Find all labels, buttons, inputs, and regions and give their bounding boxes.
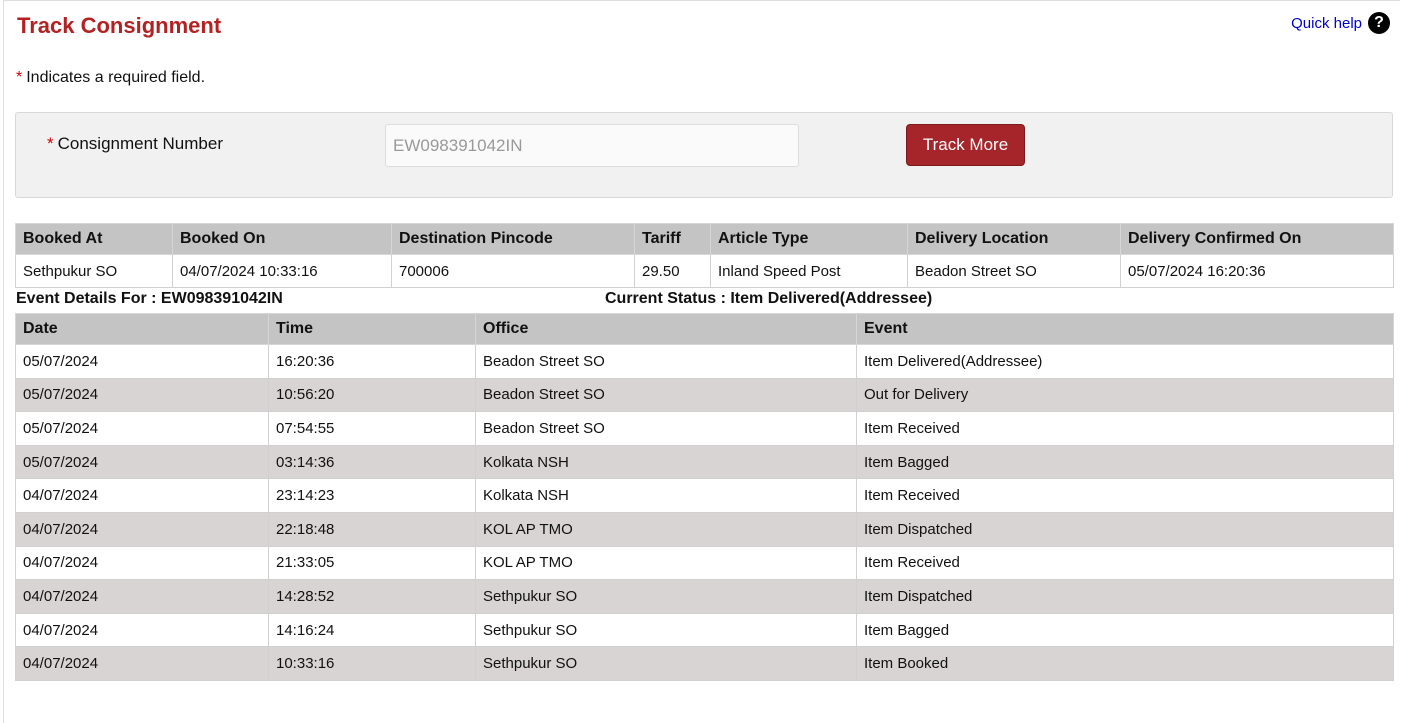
booked-on-cell: 04/07/2024 10:33:16 bbox=[172, 254, 392, 288]
event-cell: Item Delivered(Addressee) bbox=[856, 344, 1394, 379]
table-row: 04/07/2024 21:33:05 KOL AP TMO Item Rece… bbox=[15, 545, 1394, 581]
time-cell: 03:14:36 bbox=[268, 444, 476, 480]
table-row: 04/07/2024 23:14:23 Kolkata NSH Item Rec… bbox=[15, 478, 1394, 513]
col-header-destination-pincode: Destination Pincode bbox=[391, 223, 635, 255]
date-cell: 05/07/2024 bbox=[15, 411, 269, 446]
article-type-cell: Inland Speed Post bbox=[710, 254, 908, 288]
current-status-label: Current Status : Item Delivered(Addresse… bbox=[605, 290, 933, 307]
table-row: 05/07/2024 10:56:20 Beadon Street SO Out… bbox=[15, 377, 1394, 413]
delivery-location-cell: Beadon Street SO bbox=[907, 254, 1121, 288]
date-cell: 04/07/2024 bbox=[15, 646, 269, 681]
time-cell: 14:28:52 bbox=[268, 579, 476, 614]
required-note-text: Indicates a required field. bbox=[26, 69, 206, 86]
col-header-article-type: Article Type bbox=[710, 223, 908, 255]
date-cell: 04/07/2024 bbox=[15, 545, 269, 581]
office-cell: KOL AP TMO bbox=[475, 545, 857, 581]
booking-row: Sethpukur SO 04/07/2024 10:33:16 700006 … bbox=[15, 254, 1394, 288]
time-cell: 07:54:55 bbox=[268, 411, 476, 446]
required-star: * bbox=[47, 134, 54, 153]
time-cell: 16:20:36 bbox=[268, 344, 476, 379]
table-row: 04/07/2024 14:28:52 Sethpukur SO Item Di… bbox=[15, 579, 1394, 614]
date-cell: 04/07/2024 bbox=[15, 478, 269, 513]
office-cell: Beadon Street SO bbox=[475, 344, 857, 379]
event-cell: Item Received bbox=[856, 478, 1394, 513]
tariff-cell: 29.50 bbox=[634, 254, 711, 288]
time-cell: 22:18:48 bbox=[268, 511, 476, 547]
col-header-booked-on: Booked On bbox=[172, 223, 392, 255]
col-header-time: Time bbox=[268, 313, 476, 345]
quick-help: Quick help ? bbox=[1291, 12, 1390, 34]
time-cell: 21:33:05 bbox=[268, 545, 476, 581]
track-more-button[interactable]: Track More bbox=[906, 124, 1025, 166]
consignment-number-input[interactable] bbox=[385, 124, 799, 167]
help-icon[interactable]: ? bbox=[1368, 12, 1390, 34]
table-row: 04/07/2024 22:18:48 KOL AP TMO Item Disp… bbox=[15, 511, 1394, 547]
consignment-label: * Consignment Number bbox=[47, 134, 223, 154]
col-header-date: Date bbox=[15, 313, 269, 345]
event-cell: Item Bagged bbox=[856, 612, 1394, 648]
track-form: *Consignment Number Track More bbox=[15, 112, 1393, 198]
event-cell: Item Booked bbox=[856, 646, 1394, 681]
table-row: 05/07/2024 03:14:36 Kolkata NSH Item Bag… bbox=[15, 444, 1394, 480]
office-cell: Kolkata NSH bbox=[475, 478, 857, 513]
event-cell: Item Bagged bbox=[856, 444, 1394, 480]
quick-help-link[interactable]: Quick help bbox=[1291, 15, 1362, 32]
office-cell: KOL AP TMO bbox=[475, 511, 857, 547]
events-header-row: Date Time Office Event bbox=[15, 313, 1394, 345]
office-cell: Sethpukur SO bbox=[475, 579, 857, 614]
event-cell: Item Received bbox=[856, 411, 1394, 446]
time-cell: 10:56:20 bbox=[268, 377, 476, 413]
event-cell: Item Dispatched bbox=[856, 511, 1394, 547]
col-header-delivery-confirmed-on: Delivery Confirmed On bbox=[1120, 223, 1394, 255]
required-note: * Indicates a required field. bbox=[16, 69, 205, 87]
event-cell: Item Dispatched bbox=[856, 579, 1394, 614]
table-row: 04/07/2024 14:16:24 Sethpukur SO Item Ba… bbox=[15, 612, 1394, 648]
table-row: 05/07/2024 07:54:55 Beadon Street SO Ite… bbox=[15, 411, 1394, 446]
col-header-event: Event bbox=[856, 313, 1394, 345]
date-cell: 05/07/2024 bbox=[15, 377, 269, 413]
office-cell: Beadon Street SO bbox=[475, 411, 857, 446]
office-cell: Sethpukur SO bbox=[475, 646, 857, 681]
consignment-label-text: Consignment Number bbox=[57, 134, 223, 153]
date-cell: 04/07/2024 bbox=[15, 612, 269, 648]
booking-header-row: Booked At Booked On Destination Pincode … bbox=[15, 223, 1394, 255]
col-header-office: Office bbox=[475, 313, 857, 345]
date-cell: 04/07/2024 bbox=[15, 579, 269, 614]
page-title: Track Consignment bbox=[17, 13, 222, 38]
event-details-header: Event Details For : EW098391042IN Curren… bbox=[15, 289, 1393, 311]
date-cell: 05/07/2024 bbox=[15, 444, 269, 480]
time-cell: 10:33:16 bbox=[268, 646, 476, 681]
event-cell: Item Received bbox=[856, 545, 1394, 581]
col-header-booked-at: Booked At bbox=[15, 223, 173, 255]
office-cell: Kolkata NSH bbox=[475, 444, 857, 480]
booking-table: Booked At Booked On Destination Pincode … bbox=[15, 223, 1394, 288]
table-row: 05/07/2024 16:20:36 Beadon Street SO Ite… bbox=[15, 344, 1394, 379]
col-header-delivery-location: Delivery Location bbox=[907, 223, 1121, 255]
booked-at-cell: Sethpukur SO bbox=[15, 254, 173, 288]
office-cell: Sethpukur SO bbox=[475, 612, 857, 648]
col-header-tariff: Tariff bbox=[634, 223, 711, 255]
date-cell: 05/07/2024 bbox=[15, 344, 269, 379]
delivery-confirmed-cell: 05/07/2024 16:20:36 bbox=[1120, 254, 1394, 288]
event-cell: Out for Delivery bbox=[856, 377, 1394, 413]
destination-pincode-cell: 700006 bbox=[391, 254, 635, 288]
time-cell: 14:16:24 bbox=[268, 612, 476, 648]
time-cell: 23:14:23 bbox=[268, 478, 476, 513]
required-star: * bbox=[16, 69, 23, 86]
events-table: Date Time Office Event 05/07/2024 16:20:… bbox=[15, 313, 1394, 681]
office-cell: Beadon Street SO bbox=[475, 377, 857, 413]
date-cell: 04/07/2024 bbox=[15, 511, 269, 547]
event-details-label: Event Details For : EW098391042IN bbox=[16, 290, 283, 307]
table-row: 04/07/2024 10:33:16 Sethpukur SO Item Bo… bbox=[15, 646, 1394, 681]
